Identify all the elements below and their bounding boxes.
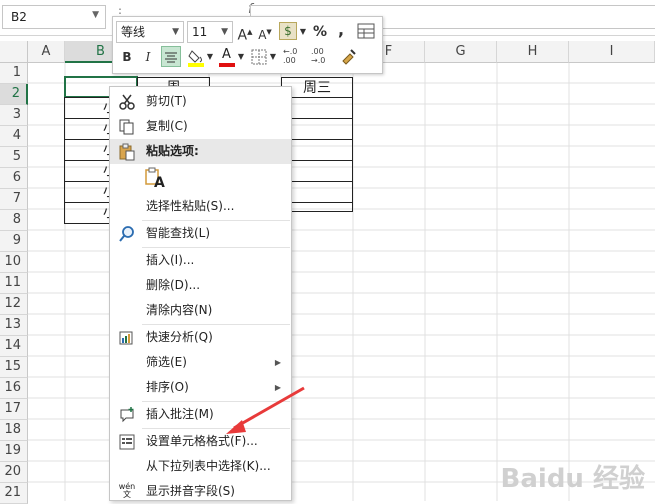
chevron-down-icon: ▼ [172,27,179,37]
scissors-icon [118,93,136,111]
row-header-14[interactable]: 14 [0,336,28,357]
menu-item-delete[interactable]: 删除(D)... [110,273,291,298]
row-header-5[interactable]: 5 [0,147,28,168]
paint-bucket-icon [188,50,204,67]
comma-button[interactable]: , [335,20,347,40]
decrease-decimal-button[interactable]: .00 →.0 [311,47,335,67]
increase-decimal-button[interactable]: ←.0 .00 [283,47,307,67]
decrease-decimal-icon: .00 →.0 [311,47,326,65]
shrink-font-button[interactable]: A▼ [257,22,273,42]
menu-item-pick-from-list[interactable]: 从下拉列表中选择(K)... [110,454,291,479]
row-header-4[interactable]: 4 [0,126,28,147]
row-header-7[interactable]: 7 [0,189,28,210]
bold-button[interactable]: B [119,47,135,67]
align-center-icon [165,52,177,63]
chevron-down-icon: ▼ [221,27,228,37]
chevron-down-icon[interactable]: ▼ [92,10,99,20]
name-box[interactable]: B2 ▼ [2,5,106,29]
row-header-3[interactable]: 3 [0,105,28,126]
chevron-down-icon[interactable]: ▼ [269,47,277,67]
paste-icon [118,143,136,161]
select-all-corner[interactable] [0,41,28,63]
align-center-button[interactable] [161,46,181,67]
copy-icon [118,118,136,136]
row-header-19[interactable]: 19 [0,441,28,462]
row-header-16[interactable]: 16 [0,378,28,399]
paste-default-button[interactable]: A [144,167,168,193]
menu-item-clear-contents[interactable]: 清除内容(N) [110,298,291,323]
format-painter-button[interactable] [339,47,357,67]
comment-icon [118,406,136,424]
font-name-select[interactable]: 等线 ▼ [116,21,184,43]
menu-item-paste-special[interactable]: 选择性粘贴(S)... [110,194,291,219]
row-header-9[interactable]: 9 [0,231,28,252]
quick-analysis-icon [118,329,136,347]
column-header-i[interactable]: I [569,41,655,63]
phonetic-icon: wén文 [118,482,136,499]
grow-font-button[interactable]: A▲ [237,22,253,44]
row-header-20[interactable]: 20 [0,462,28,483]
italic-button[interactable]: I [141,47,155,67]
row-header-17[interactable]: 17 [0,399,28,420]
format-painter-table-icon[interactable] [357,23,375,39]
font-size-select[interactable]: 11 ▼ [187,21,233,43]
chevron-down-icon[interactable]: ▼ [237,47,245,67]
mini-toolbar: 等线 ▼ 11 ▼ A▲ A▼ $ ▼ % , B I ▼ A ▼ ▼ ←.0 … [112,16,383,74]
name-box-value: B2 [11,10,27,24]
row-header-1[interactable]: 1 [0,63,28,84]
paintbrush-icon [342,49,356,65]
column-header-g[interactable]: G [425,41,497,63]
row-header-12[interactable]: 12 [0,294,28,315]
font-name-value: 等线 [121,25,146,39]
font-size-value: 11 [192,25,208,39]
font-color-swatch [219,63,235,67]
menu-header-paste-options: 粘贴选项: [110,139,291,164]
menu-item-copy[interactable]: 复制(C) [110,114,291,139]
chevron-down-icon[interactable]: ▼ [206,47,214,67]
search-icon [118,225,136,243]
percent-button[interactable]: % [312,22,328,42]
row-header-10[interactable]: 10 [0,252,28,273]
menu-item-filter[interactable]: 筛选(E) ▶ [110,350,291,375]
currency-button[interactable]: $ [279,22,297,40]
column-header-a[interactable]: A [28,41,65,63]
row-header-2[interactable]: 2 [0,84,28,105]
menu-item-cut[interactable]: 剪切(T) [110,89,291,114]
row-header-6[interactable]: 6 [0,168,28,189]
font-color-button[interactable]: A [219,47,235,67]
row-header-15[interactable]: 15 [0,357,28,378]
fill-color-button[interactable] [187,47,205,67]
watermark-logo: Baidu 经验 [500,464,645,494]
menu-item-show-phonetic[interactable]: wén文 显示拼音字段(S) [110,479,291,504]
menu-item-smart-lookup[interactable]: 智能查找(L) [110,221,291,246]
row-header-13[interactable]: 13 [0,315,28,336]
column-header-h[interactable]: H [497,41,569,63]
chevron-down-icon[interactable]: ▼ [299,22,307,42]
annotation-arrow-icon [226,386,305,434]
row-header-8[interactable]: 8 [0,210,28,231]
row-header-11[interactable]: 11 [0,273,28,294]
chevron-right-icon: ▶ [274,358,281,367]
menu-item-insert[interactable]: 插入(I)... [110,248,291,273]
format-cells-icon [118,433,136,451]
borders-icon[interactable] [251,49,267,65]
menu-item-quick-analysis[interactable]: 快速分析(Q) [110,325,291,350]
row-header-18[interactable]: 18 [0,420,28,441]
increase-decimal-icon: ←.0 .00 [283,47,298,65]
